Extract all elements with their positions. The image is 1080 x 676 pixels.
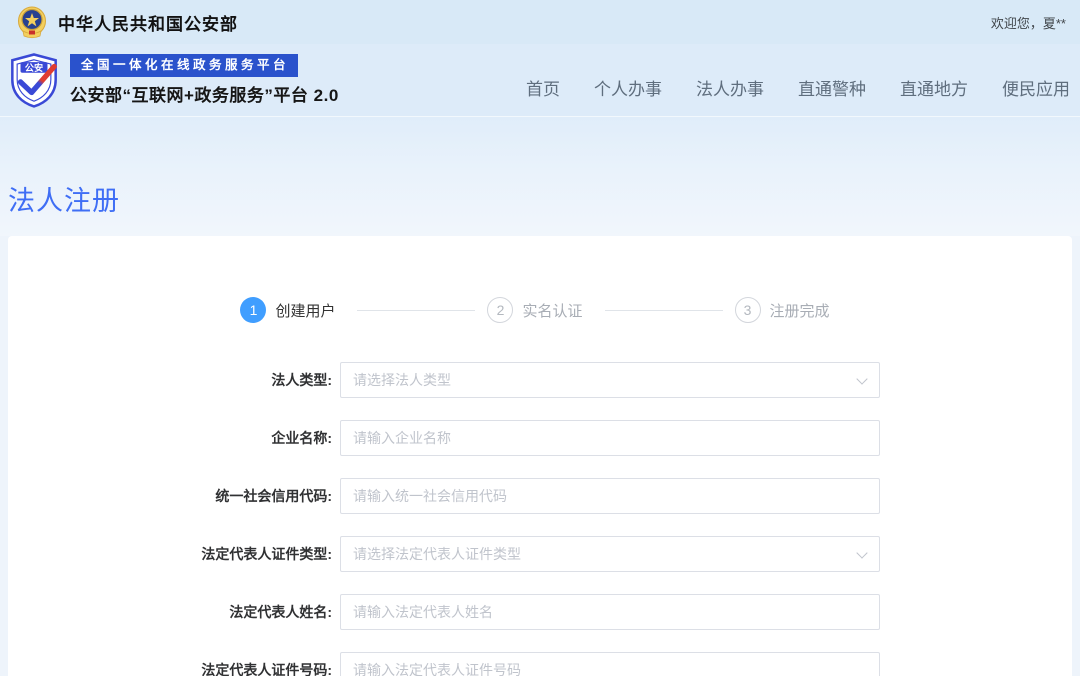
form-row: 企业名称: xyxy=(8,420,1072,456)
registration-stepper: 1 创建用户 2 实名认证 3 注册完成 xyxy=(8,297,1072,323)
legal-rep-name-label: 法定代表人姓名: xyxy=(8,602,332,622)
step-connector xyxy=(357,310,475,311)
form-row: 法定代表人证件类型: xyxy=(8,536,1072,572)
hero-section: 法人注册 xyxy=(0,116,1080,236)
legal-rep-id-number-input[interactable] xyxy=(340,652,880,676)
form-row: 法人类型: xyxy=(8,362,1072,398)
national-platform-badge: 全国一体化在线政务服务平台 xyxy=(70,54,298,77)
svg-text:公安: 公安 xyxy=(25,62,43,73)
legal-rep-id-number-label: 法定代表人证件号码: xyxy=(8,660,332,676)
form-row: 法定代表人姓名: xyxy=(8,594,1072,630)
main-nav: 首页 个人办事 法人办事 直通警种 直通地方 便民应用 xyxy=(526,75,1070,100)
form-row: 统一社会信用代码: xyxy=(8,478,1072,514)
ministry-emblem-icon xyxy=(16,5,48,39)
platform-logo-icon: 公安 xyxy=(8,52,60,108)
step-1-label: 创建用户 xyxy=(275,300,335,321)
ministry-title: 中华人民共和国公安部 xyxy=(58,10,238,35)
enterprise-name-label: 企业名称: xyxy=(8,428,332,448)
nav-item-convenience-apps[interactable]: 便民应用 xyxy=(1002,75,1070,100)
step-3-label: 注册完成 xyxy=(770,300,830,321)
legal-person-type-select[interactable] xyxy=(340,362,880,398)
step-connector xyxy=(605,310,723,311)
registration-form: 法人类型: 企业名称: 统一社会信用代码: 法定代表人证件类型: xyxy=(8,362,1072,676)
registration-panel: 1 创建用户 2 实名认证 3 注册完成 法人类型: 企业名称: xyxy=(8,236,1072,676)
step-3-circle: 3 xyxy=(735,297,761,323)
step-2-circle: 2 xyxy=(487,297,513,323)
step-1-circle: 1 xyxy=(240,297,266,323)
page-title: 法人注册 xyxy=(8,179,1080,218)
unified-social-credit-code-label: 统一社会信用代码: xyxy=(8,486,332,506)
platform-title: 公安部“互联网+政务服务”平台 2.0 xyxy=(70,81,339,106)
legal-person-type-label: 法人类型: xyxy=(8,370,332,390)
nav-item-home[interactable]: 首页 xyxy=(526,75,560,100)
nav-item-legal-person-services[interactable]: 法人办事 xyxy=(696,75,764,100)
welcome-text: 欢迎您，夏** xyxy=(991,13,1066,32)
legal-rep-id-type-label: 法定代表人证件类型: xyxy=(8,544,332,564)
step-2-label: 实名认证 xyxy=(522,300,582,321)
nav-item-personal-services[interactable]: 个人办事 xyxy=(594,75,662,100)
main-content: 1 创建用户 2 实名认证 3 注册完成 法人类型: 企业名称: xyxy=(0,236,1080,676)
site-header: 公安 全国一体化在线政务服务平台 公安部“互联网+政务服务”平台 2.0 首页 … xyxy=(0,44,1080,116)
form-row: 法定代表人证件号码: xyxy=(8,652,1072,676)
unified-social-credit-code-input[interactable] xyxy=(340,478,880,514)
enterprise-name-input[interactable] xyxy=(340,420,880,456)
legal-rep-name-input[interactable] xyxy=(340,594,880,630)
nav-item-local-services[interactable]: 直通地方 xyxy=(900,75,968,100)
nav-item-police-categories[interactable]: 直通警种 xyxy=(798,75,866,100)
legal-rep-id-type-select[interactable] xyxy=(340,536,880,572)
topbar: 中华人民共和国公安部 欢迎您，夏** xyxy=(0,0,1080,44)
